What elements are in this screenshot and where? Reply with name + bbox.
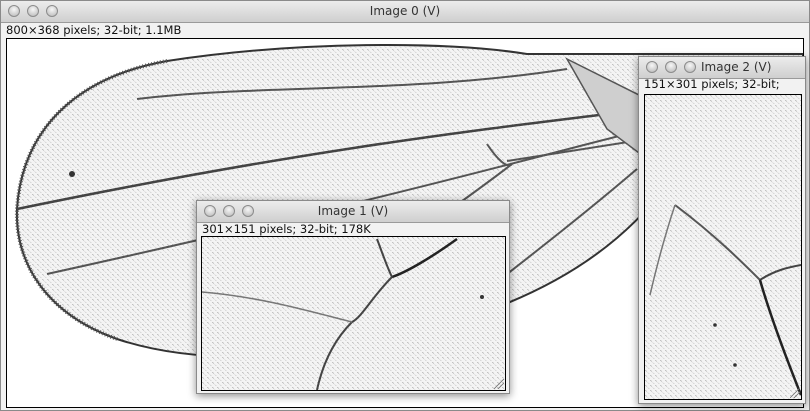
image-info: 151×301 pixels; 32-bit; [644, 77, 780, 91]
resize-grip-icon[interactable] [494, 379, 504, 389]
window-title: Image 2 (V) [701, 60, 772, 74]
image-0-titlebar[interactable]: Image 0 (V) [1, 1, 809, 23]
resize-grip-icon[interactable] [790, 388, 800, 398]
zoom-button-icon[interactable] [684, 61, 696, 73]
image-info: 301×151 pixels; 32-bit; 178K [202, 222, 371, 236]
image-1-window[interactable]: Image 1 (V) 301×151 pixels; 32-bit; 178K [196, 200, 510, 394]
image-2-window[interactable]: Image 2 (V) 151×301 pixels; 32-bit; [638, 56, 806, 404]
wing-crop-image [202, 237, 505, 390]
image-2-titlebar[interactable]: Image 2 (V) [639, 57, 805, 79]
wing-crop-image [645, 95, 801, 399]
image-canvas[interactable] [644, 94, 802, 400]
minimize-button-icon[interactable] [665, 61, 677, 73]
window-title: Image 0 (V) [369, 4, 441, 18]
window-title: Image 1 (V) [317, 204, 389, 218]
close-button-icon[interactable] [646, 61, 658, 73]
image-info: 800×368 pixels; 32-bit; 1.1MB [6, 23, 182, 37]
image-canvas[interactable] [201, 236, 506, 391]
image-1-titlebar[interactable]: Image 1 (V) [197, 201, 509, 223]
